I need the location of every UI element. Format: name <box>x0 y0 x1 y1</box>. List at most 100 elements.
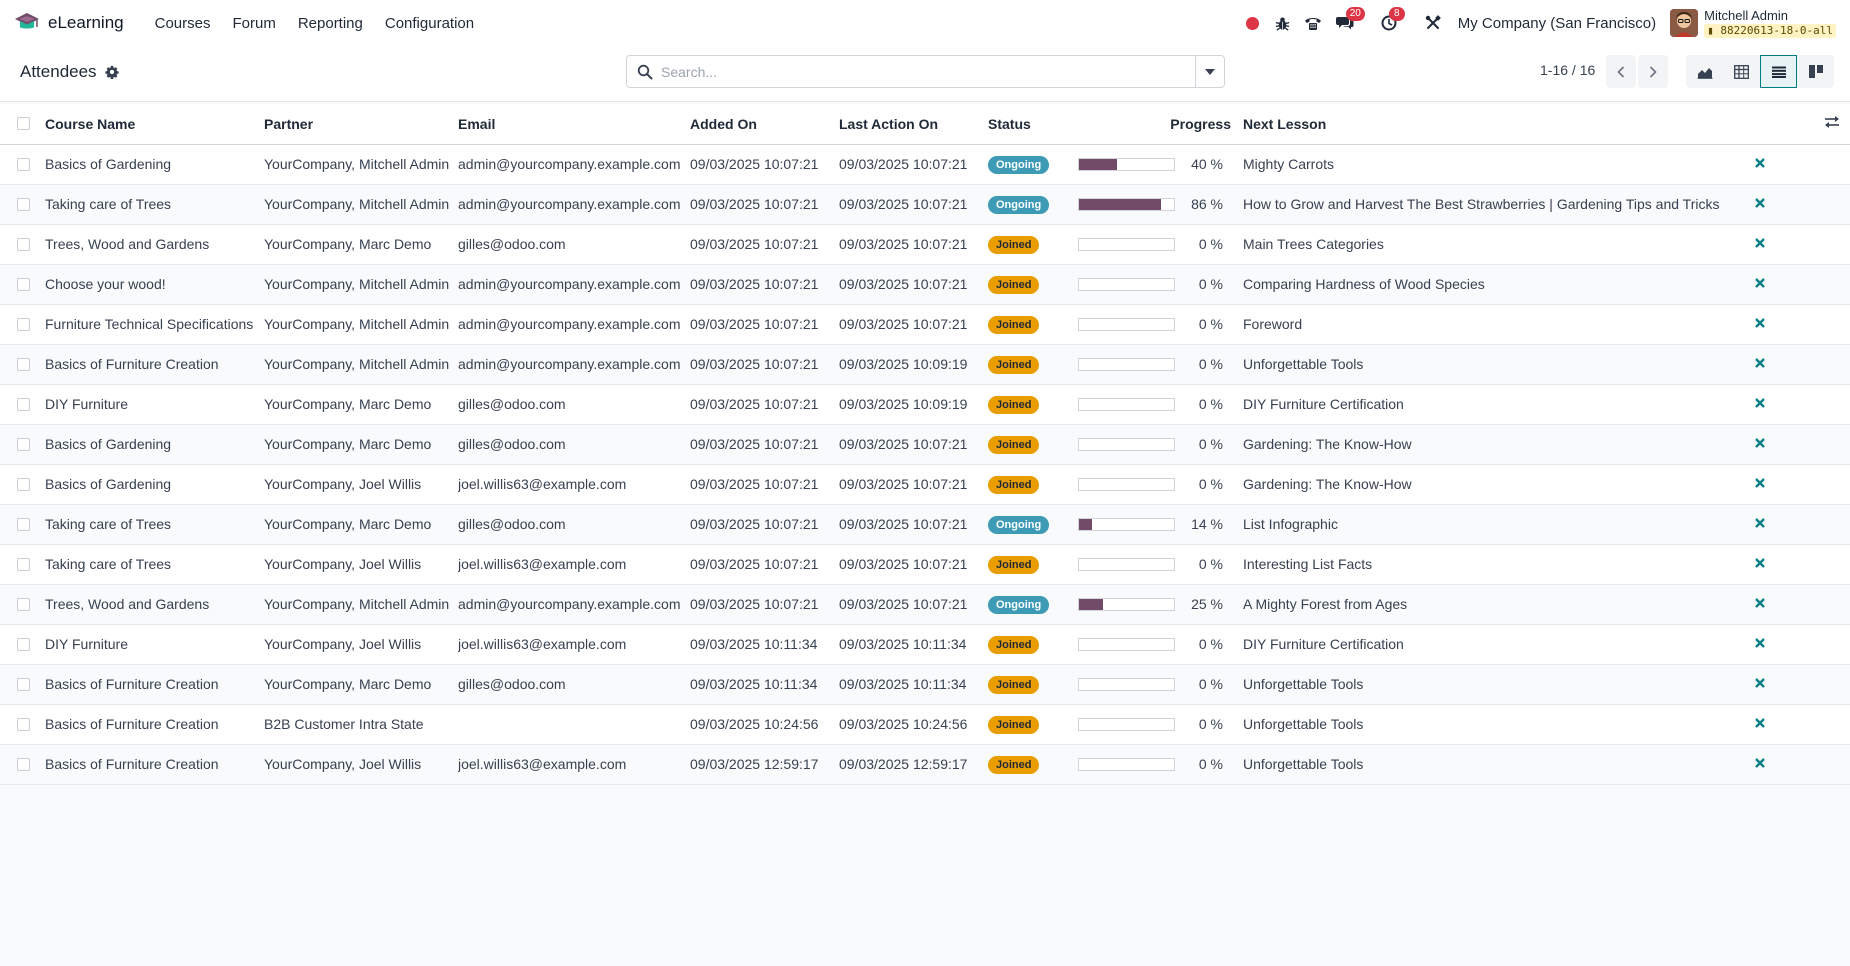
table-row[interactable]: Basics of Furniture Creation YourCompany… <box>0 664 1850 704</box>
search-input[interactable] <box>659 56 1195 87</box>
progress-bar <box>1078 397 1175 411</box>
phone-icon[interactable] <box>1298 8 1328 38</box>
progress-cell: 40 % <box>1078 156 1241 172</box>
kanban-view-button[interactable] <box>1797 55 1834 88</box>
table-row[interactable]: Basics of Gardening YourCompany, Mitchel… <box>0 144 1850 184</box>
column-header-progress[interactable]: Progress <box>1078 104 1241 145</box>
select-all-checkbox[interactable] <box>17 117 30 131</box>
adjust-icon[interactable] <box>1824 114 1840 130</box>
last-action-cell: 09/03/2025 10:07:21 <box>839 556 968 572</box>
row-checkbox[interactable] <box>17 717 30 731</box>
tools-icon[interactable] <box>1418 8 1448 38</box>
activities-clock-icon[interactable]: 8 <box>1374 7 1405 38</box>
column-header-partner[interactable]: Partner <box>264 104 458 145</box>
table-row[interactable]: DIY Furniture YourCompany, Marc Demo gil… <box>0 384 1850 424</box>
debug-bug-icon[interactable] <box>1268 8 1298 38</box>
pager-previous-button[interactable] <box>1606 55 1636 88</box>
menu-courses[interactable]: Courses <box>144 15 222 32</box>
recording-icon[interactable] <box>1238 8 1268 38</box>
row-checkbox[interactable] <box>17 597 30 611</box>
unlink-icon[interactable] <box>1754 477 1766 489</box>
activities-badge: 8 <box>1388 7 1405 21</box>
unlink-icon[interactable] <box>1754 637 1766 649</box>
progress-label: 14 % <box>1191 516 1223 532</box>
row-checkbox[interactable] <box>17 237 30 251</box>
unlink-icon[interactable] <box>1754 717 1766 729</box>
unlink-icon[interactable] <box>1754 317 1766 329</box>
progress-fill <box>1079 598 1103 610</box>
unlink-icon[interactable] <box>1754 677 1766 689</box>
table-row[interactable]: Trees, Wood and Gardens YourCompany, Mar… <box>0 224 1850 264</box>
progress-cell: 0 % <box>1078 556 1241 572</box>
unlink-icon[interactable] <box>1754 557 1766 569</box>
table-row[interactable]: Basics of Gardening YourCompany, Joel Wi… <box>0 464 1850 504</box>
row-checkbox[interactable] <box>17 637 30 651</box>
column-header-next-lesson[interactable]: Next Lesson <box>1241 104 1738 145</box>
table-row[interactable]: Basics of Furniture Creation YourCompany… <box>0 744 1850 784</box>
added-on-cell: 09/03/2025 10:07:21 <box>690 436 819 452</box>
last-action-cell: 09/03/2025 10:07:21 <box>839 276 968 292</box>
row-checkbox[interactable] <box>17 157 30 171</box>
row-checkbox[interactable] <box>17 677 30 691</box>
column-header-course[interactable]: Course Name <box>45 104 264 145</box>
unlink-icon[interactable] <box>1754 197 1766 209</box>
row-checkbox[interactable] <box>17 197 30 211</box>
row-checkbox[interactable] <box>17 357 30 371</box>
unlink-icon[interactable] <box>1754 277 1766 289</box>
row-checkbox[interactable] <box>17 557 30 571</box>
table-row[interactable]: Taking care of Trees YourCompany, Joel W… <box>0 544 1850 584</box>
progress-cell: 0 % <box>1078 636 1241 652</box>
table-row[interactable]: Trees, Wood and Gardens YourCompany, Mit… <box>0 584 1850 624</box>
menu-reporting[interactable]: Reporting <box>287 15 374 32</box>
unlink-icon[interactable] <box>1754 517 1766 529</box>
unlink-icon[interactable] <box>1754 397 1766 409</box>
unlink-icon[interactable] <box>1754 357 1766 369</box>
messages-icon[interactable]: 20 <box>1330 7 1365 38</box>
email-cell: admin@yourcompany.example.com <box>458 356 681 372</box>
company-switcher[interactable]: My Company (San Francisco) <box>1458 15 1656 32</box>
column-header-last-action[interactable]: Last Action On <box>839 104 988 145</box>
gear-icon[interactable] <box>105 65 119 79</box>
user-menu[interactable]: Mitchell Admin ▮ 88220613-18-0-all <box>1670 8 1836 38</box>
row-checkbox[interactable] <box>17 517 30 531</box>
table-row[interactable]: Basics of Gardening YourCompany, Marc De… <box>0 424 1850 464</box>
list-view-button[interactable] <box>1760 55 1797 88</box>
unlink-icon[interactable] <box>1754 757 1766 769</box>
row-checkbox[interactable] <box>17 317 30 331</box>
unlink-icon[interactable] <box>1754 597 1766 609</box>
pivot-view-button[interactable] <box>1723 55 1760 88</box>
table-row[interactable]: Choose your wood! YourCompany, Mitchell … <box>0 264 1850 304</box>
table-row[interactable]: DIY Furniture YourCompany, Joel Willis j… <box>0 624 1850 664</box>
row-checkbox[interactable] <box>17 277 30 291</box>
row-checkbox[interactable] <box>17 397 30 411</box>
unlink-icon[interactable] <box>1754 237 1766 249</box>
table-row[interactable]: Basics of Furniture Creation B2B Custome… <box>0 704 1850 744</box>
progress-cell: 25 % <box>1078 596 1241 612</box>
elearning-app-icon <box>15 13 39 29</box>
pager-value[interactable]: 1-16 / 16 <box>1540 62 1595 78</box>
course-name-cell: Basics of Furniture Creation <box>45 676 219 692</box>
table-row[interactable]: Furniture Technical Specifications YourC… <box>0 304 1850 344</box>
table-row[interactable]: Taking care of Trees YourCompany, Mitche… <box>0 184 1850 224</box>
search-options-toggle[interactable] <box>1195 56 1224 87</box>
unlink-icon[interactable] <box>1754 157 1766 169</box>
column-header-email[interactable]: Email <box>458 104 690 145</box>
graph-view-button[interactable] <box>1686 55 1723 88</box>
column-header-status[interactable]: Status <box>988 104 1078 145</box>
status-badge: Ongoing <box>988 515 1050 534</box>
breadcrumb: Attendees <box>20 62 119 82</box>
progress-bar <box>1078 517 1175 531</box>
column-header-added-on[interactable]: Added On <box>690 104 839 145</box>
row-checkbox[interactable] <box>17 437 30 451</box>
menu-forum[interactable]: Forum <box>221 15 286 32</box>
menu-configuration[interactable]: Configuration <box>374 15 485 32</box>
status-badge: Joined <box>988 675 1040 694</box>
unlink-icon[interactable] <box>1754 437 1766 449</box>
pager-next-button[interactable] <box>1638 55 1668 88</box>
brand[interactable]: eLearning <box>14 10 124 36</box>
row-checkbox[interactable] <box>17 757 30 771</box>
table-row[interactable]: Taking care of Trees YourCompany, Marc D… <box>0 504 1850 544</box>
progress-bar <box>1078 437 1175 451</box>
row-checkbox[interactable] <box>17 477 30 491</box>
table-row[interactable]: Basics of Furniture Creation YourCompany… <box>0 344 1850 384</box>
